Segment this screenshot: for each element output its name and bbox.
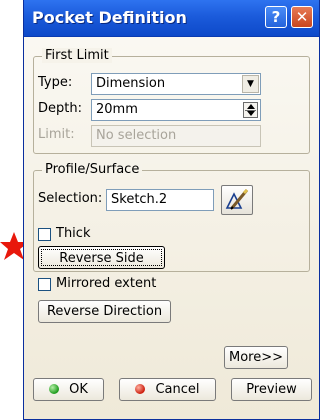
type-select[interactable]: Dimension ▼ [91,73,261,95]
reverse-direction-button[interactable]: Reverse Direction [38,300,171,323]
selection-value: Sketch.2 [111,192,168,207]
more-button[interactable]: More>> [224,346,288,369]
cancel-label: Cancel [155,382,200,397]
thick-checkbox[interactable] [38,228,51,241]
type-value: Dimension [96,76,166,91]
ok-label: OK [69,382,88,397]
chevron-down-icon[interactable]: ▼ [242,75,259,93]
more-label: More>> [228,350,283,365]
reverse-side-label: Reverse Side [41,249,162,266]
question-icon: ? [271,8,281,26]
pocket-definition-dialog: Pocket Definition ? ✕ First Limit Type: … [23,0,320,420]
thick-label: Thick [56,226,91,241]
profile-surface-group: Profile/Surface Selection: Sketch.2 Thic… [33,162,310,272]
ok-green-dot-icon [49,384,60,394]
depth-value: 20mm [96,102,138,117]
type-label: Type: [38,75,73,90]
window-title: Pocket Definition [32,8,187,27]
mirrored-extent-label: Mirrored extent [56,276,157,291]
reverse-side-button[interactable]: Reverse Side [38,246,165,269]
close-button[interactable]: ✕ [291,6,313,28]
limit-value: No selection [96,128,177,143]
preview-button[interactable]: Preview [231,378,312,401]
ok-button[interactable]: OK [33,378,104,401]
dialog-body: First Limit Type: Dimension ▼ Depth: 20m… [24,37,319,419]
help-button[interactable]: ? [265,6,287,28]
depth-field[interactable]: 20mm [91,99,261,121]
reverse-direction-label: Reverse Direction [46,304,163,319]
depth-label: Depth: [38,101,82,116]
selection-field[interactable]: Sketch.2 [106,189,214,211]
selection-label: Selection: [38,191,103,206]
cancel-button[interactable]: Cancel [119,378,216,401]
first-limit-legend: First Limit [42,48,112,63]
sketch-button[interactable] [221,185,253,215]
spinner-icon[interactable] [243,102,258,118]
limit-label: Limit: [38,127,75,142]
close-icon: ✕ [295,8,309,26]
first-limit-group: First Limit Type: Dimension ▼ Depth: 20m… [33,48,310,154]
sketcher-pencil-icon [225,188,249,210]
mirrored-extent-checkbox[interactable] [38,278,51,291]
preview-label: Preview [246,382,297,397]
title-bar: Pocket Definition ? ✕ [24,0,319,37]
limit-field: No selection [91,125,261,147]
profile-surface-legend: Profile/Surface [42,162,143,177]
cancel-red-dot-icon [135,384,146,394]
